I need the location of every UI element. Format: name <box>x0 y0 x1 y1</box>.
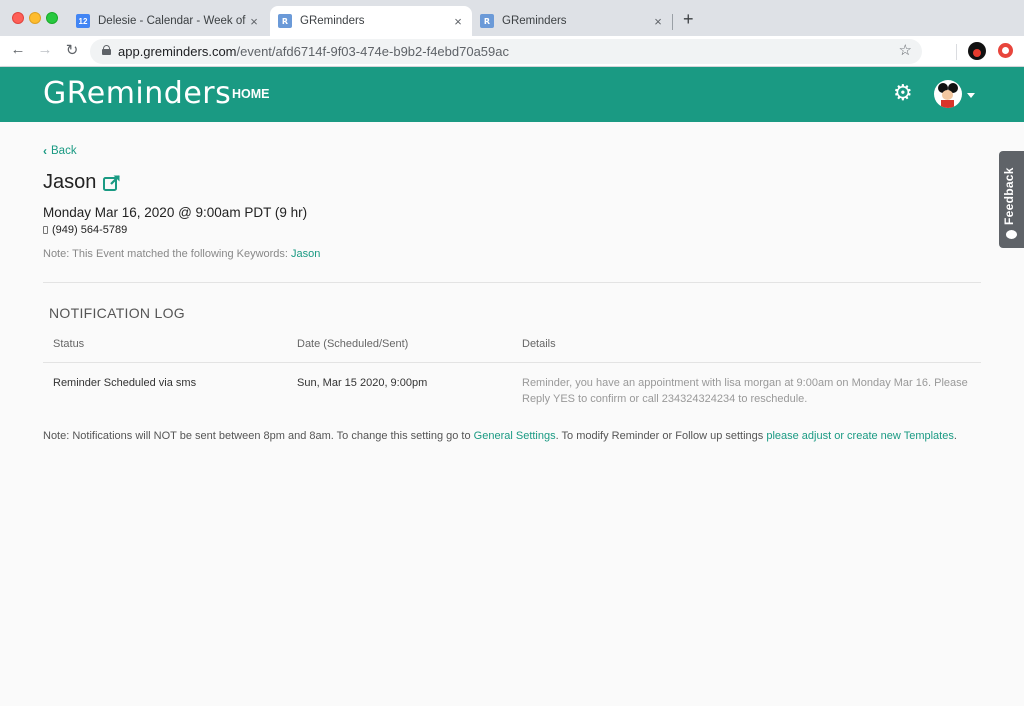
section-divider <box>43 282 981 283</box>
browser-tab-greminders-active[interactable]: R GReminders × <box>270 6 472 36</box>
footer-text-1: Note: Notifications will NOT be sent bet… <box>43 430 474 442</box>
table-header-row: Status Date (Scheduled/Sent) Details <box>43 330 981 363</box>
templates-link[interactable]: please adjust or create new Templates <box>766 430 954 442</box>
user-avatar[interactable] <box>934 80 962 108</box>
app-header: GReminders HOME ⚙ <box>0 67 1024 122</box>
column-header-details: Details <box>522 338 556 350</box>
window-close-button[interactable] <box>12 12 24 24</box>
row-date: Sun, Mar 15 2020, 9:00pm <box>297 377 428 389</box>
phone-number: (949) 564-5789 <box>52 224 128 236</box>
footer-text-3: . <box>953 430 957 442</box>
event-title-row: Jason <box>43 171 122 194</box>
browser-tab-bar: 12 Delesie - Calendar - Week of Ma × R G… <box>0 0 1024 36</box>
event-phone: (949) 564-5789 <box>43 224 127 236</box>
event-page: ‹ Back Jason Monday Mar 16, 2020 @ 9:00a… <box>0 122 1024 706</box>
window-minimize-button[interactable] <box>29 12 41 24</box>
url-path: /event/afd6714f-9f03-474e-b9b2-f4ebd70a5… <box>236 44 510 59</box>
column-header-status: Status <box>53 338 85 350</box>
tab-title: GReminders <box>300 15 365 27</box>
url-host: app.greminders.com <box>118 44 237 59</box>
browser-toolbar: ← → ↻ app.greminders.com/event/afd6714f-… <box>0 36 1024 67</box>
keywords-note: Note: This Event matched the following K… <box>43 248 320 260</box>
notification-log-table: Status Date (Scheduled/Sent) Details Rem… <box>43 330 981 413</box>
tab-close-icon[interactable]: × <box>246 14 262 29</box>
event-datetime: Monday Mar 16, 2020 @ 9:00am PDT (9 hr) <box>43 205 308 220</box>
phone-icon <box>43 226 48 234</box>
column-header-date: Date (Scheduled/Sent) <box>297 338 409 350</box>
tab-close-icon[interactable]: × <box>650 14 666 29</box>
table-row: Reminder Scheduled via sms Sun, Mar 15 2… <box>43 363 981 413</box>
chevron-down-icon[interactable] <box>967 93 975 98</box>
reload-icon[interactable]: ↻ <box>62 41 82 59</box>
forward-arrow-icon[interactable]: → <box>35 41 55 58</box>
address-bar[interactable]: app.greminders.com/event/afd6714f-9f03-4… <box>90 39 922 64</box>
gear-icon[interactable]: ⚙ <box>893 82 913 104</box>
window-maximize-button[interactable] <box>46 12 58 24</box>
page-title: Jason <box>43 171 97 193</box>
toolbar-separator <box>956 44 957 60</box>
back-arrow-icon[interactable]: ← <box>8 41 28 58</box>
keyword-link[interactable]: Jason <box>291 248 320 260</box>
tab-close-icon[interactable]: × <box>450 14 466 29</box>
row-status: Reminder Scheduled via sms <box>53 377 197 389</box>
chevron-left-icon: ‹ <box>43 144 47 158</box>
nav-home-link[interactable]: HOME <box>232 87 270 101</box>
tab-title: GReminders <box>502 15 567 27</box>
general-settings-link[interactable]: General Settings <box>474 430 556 442</box>
tab-separator <box>672 14 673 30</box>
footer-text-2: . To modify Reminder or Follow up settin… <box>555 430 767 442</box>
new-tab-button[interactable]: + <box>683 9 694 30</box>
keywords-note-text: Note: This Event matched the following K… <box>43 248 288 260</box>
calendar-icon: 12 <box>76 14 90 28</box>
greminders-icon: R <box>480 14 494 28</box>
notification-log-heading: NOTIFICATION LOG <box>49 305 185 321</box>
url-text[interactable]: app.greminders.com/event/afd6714f-9f03-4… <box>118 44 509 59</box>
profile-avatar-icon[interactable] <box>968 42 986 60</box>
notification-settings-note: Note: Notifications will NOT be sent bet… <box>43 430 957 442</box>
feedback-label: Feedback <box>1002 167 1016 225</box>
row-details: Reminder, you have an appointment with l… <box>522 377 968 405</box>
back-link[interactable]: ‹ Back <box>43 144 77 158</box>
back-label: Back <box>51 145 77 157</box>
tab-title: Delesie - Calendar - Week of Ma <box>98 15 246 27</box>
bookmark-star-icon[interactable]: ☆ <box>899 41 912 59</box>
extension-record-icon[interactable] <box>998 43 1013 58</box>
external-link-icon[interactable] <box>102 173 122 193</box>
browser-tab-greminders[interactable]: R GReminders × <box>472 6 672 36</box>
lock-icon <box>102 45 111 55</box>
chat-bubble-icon <box>1006 230 1017 239</box>
greminders-icon: R <box>278 14 292 28</box>
feedback-button[interactable]: Feedback <box>999 151 1024 248</box>
brand-logo[interactable]: GReminders <box>43 76 231 111</box>
browser-tab-calendar[interactable]: 12 Delesie - Calendar - Week of Ma × <box>68 6 268 36</box>
